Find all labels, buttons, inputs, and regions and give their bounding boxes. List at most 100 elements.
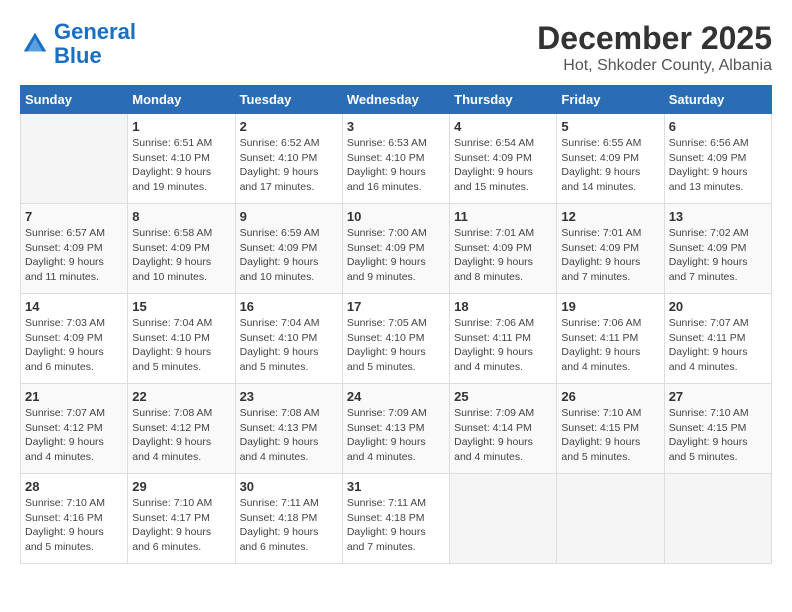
calendar-cell: 23 Sunrise: 7:08 AMSunset: 4:13 PMDayligh… (235, 384, 342, 474)
calendar-cell: 9 Sunrise: 6:59 AMSunset: 4:09 PMDaylight… (235, 204, 342, 294)
day-number: 10 (347, 209, 445, 224)
day-number: 11 (454, 209, 552, 224)
day-info: Sunrise: 7:03 AMSunset: 4:09 PMDaylight:… (25, 316, 123, 375)
calendar-week-3: 14 Sunrise: 7:03 AMSunset: 4:09 PMDayligh… (21, 294, 772, 384)
calendar-cell: 15 Sunrise: 7:04 AMSunset: 4:10 PMDayligh… (128, 294, 235, 384)
day-number: 23 (240, 389, 338, 404)
calendar-cell: 31Sunrise: 7:11 AMSunset: 4:18 PMDayligh… (342, 474, 449, 564)
day-info: Sunrise: 7:01 AMSunset: 4:09 PMDaylight:… (454, 226, 552, 285)
logo-icon (20, 29, 50, 59)
day-number: 5 (561, 119, 659, 134)
calendar-cell: 16 Sunrise: 7:04 AMSunset: 4:10 PMDayligh… (235, 294, 342, 384)
day-number: 28 (25, 479, 123, 494)
calendar-cell: 25Sunrise: 7:09 AMSunset: 4:14 PMDayligh… (450, 384, 557, 474)
day-info: Sunrise: 6:54 AMSunset: 4:09 PMDaylight:… (454, 136, 552, 195)
day-info: Sunrise: 7:10 AMSunset: 4:15 PMDaylight:… (561, 406, 659, 465)
day-info: Sunrise: 6:56 AMSunset: 4:09 PMDaylight:… (669, 136, 767, 195)
calendar-cell: 4 Sunrise: 6:54 AMSunset: 4:09 PMDaylight… (450, 114, 557, 204)
calendar-cell: 7Sunrise: 6:57 AMSunset: 4:09 PMDaylight… (21, 204, 128, 294)
day-number: 3 (347, 119, 445, 134)
day-number: 12 (561, 209, 659, 224)
calendar-cell: 21 Sunrise: 7:07 AMSunset: 4:12 PMDayligh… (21, 384, 128, 474)
calendar-cell: 2 Sunrise: 6:52 AMSunset: 4:10 PMDaylight… (235, 114, 342, 204)
day-info: Sunrise: 7:07 AMSunset: 4:11 PMDaylight:… (669, 316, 767, 375)
day-number: 22 (132, 389, 230, 404)
day-number: 17 (347, 299, 445, 314)
day-number: 2 (240, 119, 338, 134)
day-number: 27 (669, 389, 767, 404)
calendar-cell: 5 Sunrise: 6:55 AMSunset: 4:09 PMDaylight… (557, 114, 664, 204)
day-number: 29 (132, 479, 230, 494)
day-info: Sunrise: 6:55 AMSunset: 4:09 PMDaylight:… (561, 136, 659, 195)
day-number: 21 (25, 389, 123, 404)
day-info: Sunrise: 7:08 AMSunset: 4:12 PMDaylight:… (132, 406, 230, 465)
calendar-cell: 27Sunrise: 7:10 AMSunset: 4:15 PMDayligh… (664, 384, 771, 474)
calendar-cell: 14 Sunrise: 7:03 AMSunset: 4:09 PMDayligh… (21, 294, 128, 384)
day-info: Sunrise: 7:11 AMSunset: 4:18 PMDaylight:… (240, 496, 338, 555)
calendar-cell: 30 Sunrise: 7:11 AMSunset: 4:18 PMDayligh… (235, 474, 342, 564)
day-number: 31 (347, 479, 445, 494)
day-number: 14 (25, 299, 123, 314)
calendar-week-4: 21 Sunrise: 7:07 AMSunset: 4:12 PMDayligh… (21, 384, 772, 474)
day-number: 16 (240, 299, 338, 314)
day-info: Sunrise: 6:52 AMSunset: 4:10 PMDaylight:… (240, 136, 338, 195)
calendar-cell: 8 Sunrise: 6:58 AMSunset: 4:09 PMDaylight… (128, 204, 235, 294)
calendar-cell: 13 Sunrise: 7:02 AMSunset: 4:09 PMDayligh… (664, 204, 771, 294)
logo-text: General Blue (54, 20, 136, 68)
calendar-table: SundayMondayTuesdayWednesdayThursdayFrid… (20, 85, 772, 564)
calendar-cell: 22 Sunrise: 7:08 AMSunset: 4:12 PMDayligh… (128, 384, 235, 474)
day-number: 20 (669, 299, 767, 314)
day-number: 15 (132, 299, 230, 314)
day-info: Sunrise: 7:01 AMSunset: 4:09 PMDaylight:… (561, 226, 659, 285)
header-tuesday: Tuesday (235, 86, 342, 114)
day-number: 18 (454, 299, 552, 314)
day-number: 19 (561, 299, 659, 314)
day-info: Sunrise: 7:00 AMSunset: 4:09 PMDaylight:… (347, 226, 445, 285)
day-info: Sunrise: 6:58 AMSunset: 4:09 PMDaylight:… (132, 226, 230, 285)
day-info: Sunrise: 6:53 AMSunset: 4:10 PMDaylight:… (347, 136, 445, 195)
day-info: Sunrise: 6:57 AMSunset: 4:09 PMDaylight:… (25, 226, 123, 285)
calendar-week-2: 7Sunrise: 6:57 AMSunset: 4:09 PMDaylight… (21, 204, 772, 294)
calendar-cell: 20 Sunrise: 7:07 AMSunset: 4:11 PMDayligh… (664, 294, 771, 384)
day-info: Sunrise: 7:10 AMSunset: 4:17 PMDaylight:… (132, 496, 230, 555)
header-saturday: Saturday (664, 86, 771, 114)
header-friday: Friday (557, 86, 664, 114)
day-number: 6 (669, 119, 767, 134)
day-number: 24 (347, 389, 445, 404)
day-info: Sunrise: 7:10 AMSunset: 4:16 PMDaylight:… (25, 496, 123, 555)
day-number: 9 (240, 209, 338, 224)
day-info: Sunrise: 7:06 AMSunset: 4:11 PMDaylight:… (454, 316, 552, 375)
day-info: Sunrise: 7:04 AMSunset: 4:10 PMDaylight:… (132, 316, 230, 375)
calendar-cell: 28 Sunrise: 7:10 AMSunset: 4:16 PMDayligh… (21, 474, 128, 564)
day-info: Sunrise: 6:51 AMSunset: 4:10 PMDaylight:… (132, 136, 230, 195)
calendar-header-row: SundayMondayTuesdayWednesdayThursdayFrid… (21, 86, 772, 114)
calendar-cell (21, 114, 128, 204)
logo: General Blue (20, 20, 136, 68)
day-number: 4 (454, 119, 552, 134)
day-info: Sunrise: 7:06 AMSunset: 4:11 PMDaylight:… (561, 316, 659, 375)
calendar-cell: 3 Sunrise: 6:53 AMSunset: 4:10 PMDaylight… (342, 114, 449, 204)
day-info: Sunrise: 6:59 AMSunset: 4:09 PMDaylight:… (240, 226, 338, 285)
day-info: Sunrise: 7:04 AMSunset: 4:10 PMDaylight:… (240, 316, 338, 375)
day-info: Sunrise: 7:08 AMSunset: 4:13 PMDaylight:… (240, 406, 338, 465)
header-monday: Monday (128, 86, 235, 114)
calendar-cell: 19 Sunrise: 7:06 AMSunset: 4:11 PMDayligh… (557, 294, 664, 384)
logo-line1: General (54, 19, 136, 44)
calendar-cell: 12 Sunrise: 7:01 AMSunset: 4:09 PMDayligh… (557, 204, 664, 294)
calendar-cell: 24Sunrise: 7:09 AMSunset: 4:13 PMDayligh… (342, 384, 449, 474)
page-header: General Blue December 2025 Hot, Shkoder … (20, 20, 772, 75)
day-number: 30 (240, 479, 338, 494)
day-number: 8 (132, 209, 230, 224)
calendar-cell: 26Sunrise: 7:10 AMSunset: 4:15 PMDayligh… (557, 384, 664, 474)
calendar-cell: 10 Sunrise: 7:00 AMSunset: 4:09 PMDayligh… (342, 204, 449, 294)
day-number: 13 (669, 209, 767, 224)
day-info: Sunrise: 7:02 AMSunset: 4:09 PMDaylight:… (669, 226, 767, 285)
main-title: December 2025 (537, 20, 772, 57)
header-sunday: Sunday (21, 86, 128, 114)
day-info: Sunrise: 7:07 AMSunset: 4:12 PMDaylight:… (25, 406, 123, 465)
calendar-cell (557, 474, 664, 564)
sub-title: Hot, Shkoder County, Albania (537, 57, 772, 75)
calendar-cell (450, 474, 557, 564)
logo-line2: Blue (54, 43, 102, 68)
header-wednesday: Wednesday (342, 86, 449, 114)
